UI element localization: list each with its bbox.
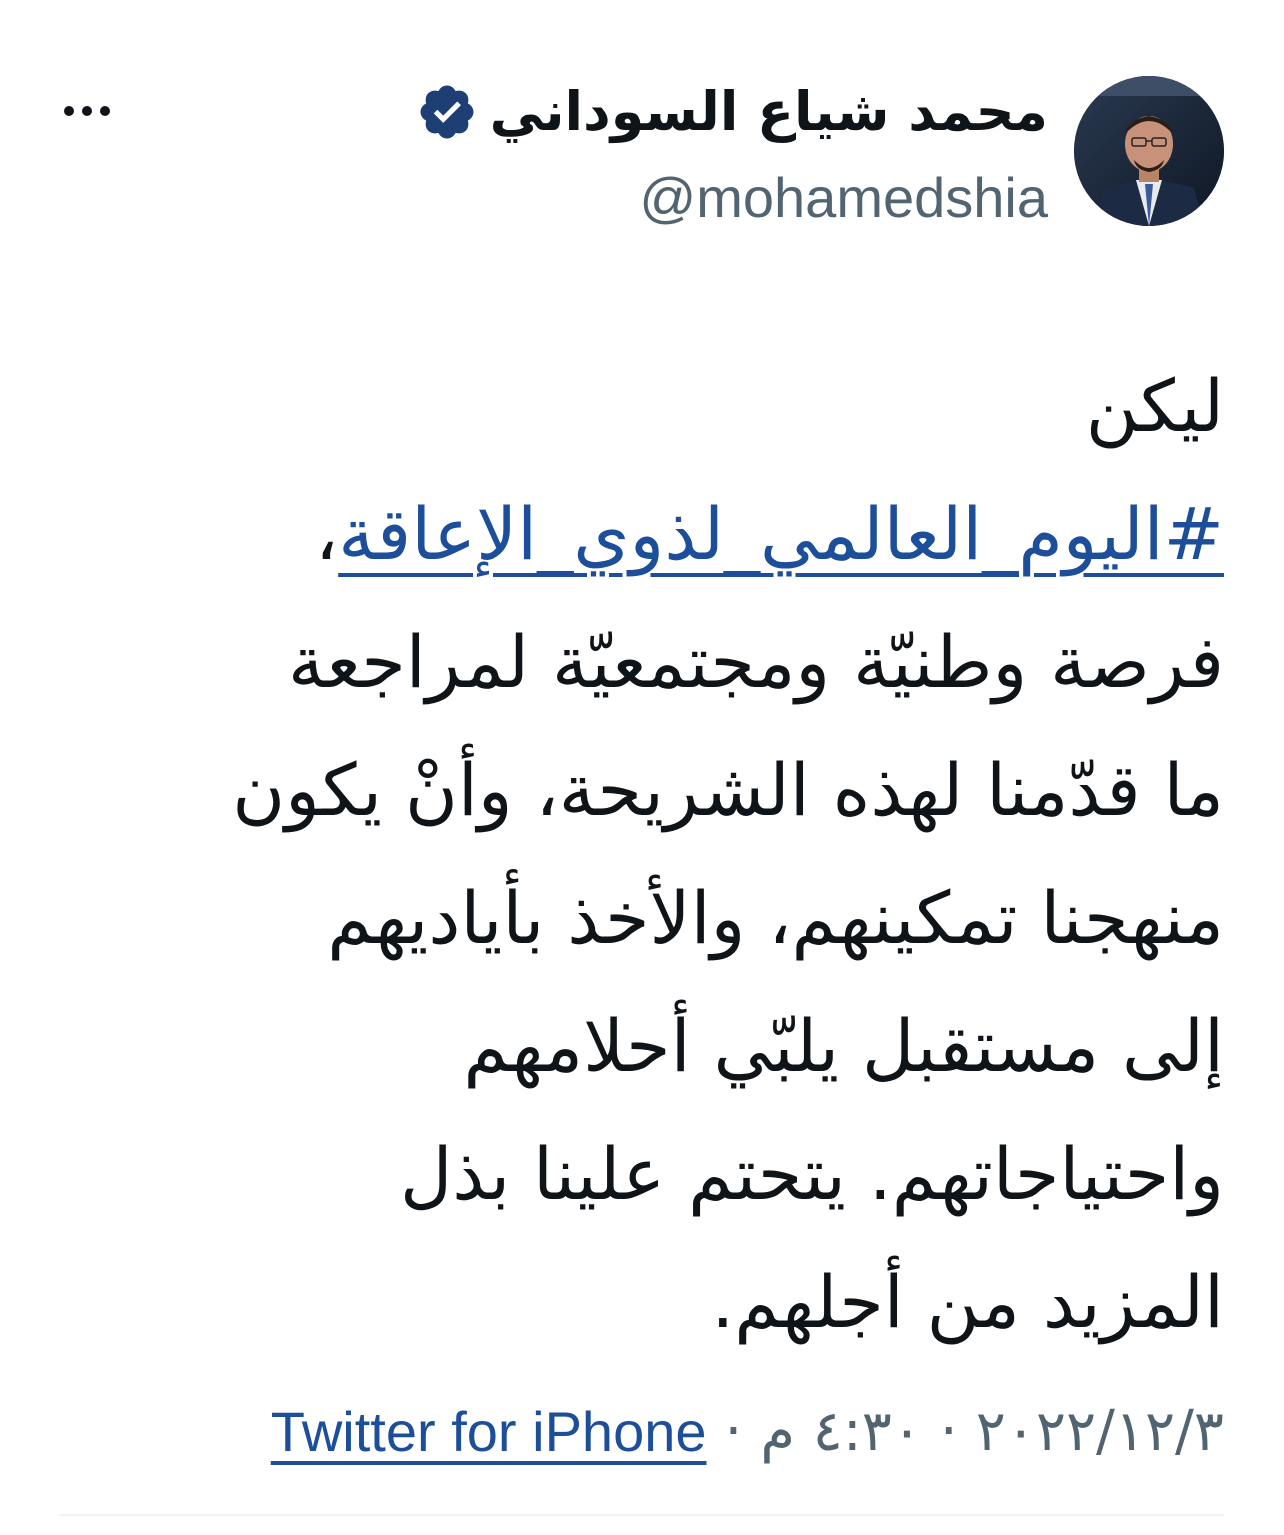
tweet-date: ٢٠٢٢/١٢/٣ [975,1399,1224,1464]
meta-separator: · [724,1399,743,1464]
tweet-line-5: منهجنا تمكينهم، والأخذ بأياديهم [327,876,1224,960]
tweet-line-6: إلى مستقبل يلبّي أحلامهم [463,1004,1224,1088]
tweet-meta: ٢٠٢٢/١٢/٣ · ٤:٣٠ م · Twitter for iPhone [271,1392,1224,1472]
author-display-name[interactable]: محمد شياع السوداني [490,72,1048,152]
tweet-line-3: فرصة وطنيّة ومجتمعيّة لمراجعة [287,620,1224,704]
tweet-source-link[interactable]: Twitter for iPhone [271,1392,707,1472]
avatar[interactable] [1074,76,1224,226]
hashtag-link[interactable]: #اليوم_العالمي_لذوي_الإعاقة [338,492,1224,576]
author-name-row[interactable]: محمد شياع السوداني [416,72,1048,152]
tweet-line-1: ليكن [1085,364,1224,448]
tweet-line-8: المزيد من أجلهم. [711,1260,1224,1344]
author-handle[interactable]: @mohamedshia [639,160,1048,236]
tweet-line-4: ما قدّمنا لهذه الشريحة، وأنْ يكون [232,748,1224,832]
meta-separator: · [939,1399,958,1464]
tweet-line-7: واحتياجاتهم. يتحتم علينا بذل [399,1132,1224,1216]
tweet-line-2: #اليوم_العالمي_لذوي_الإعاقة، [44,470,1224,598]
more-options-icon[interactable] [64,96,110,126]
verified-badge-icon [420,85,474,139]
hashtag-suffix: ، [314,492,339,576]
cropped-element-fragment [600,0,640,2]
tweet-text: ليكن #اليوم_العالمي_لذوي_الإعاقة، فرصة و… [44,342,1224,1366]
tweet-time: ٤:٣٠ م [760,1399,922,1464]
avatar-photo [1074,76,1224,226]
divider [60,1514,1224,1516]
